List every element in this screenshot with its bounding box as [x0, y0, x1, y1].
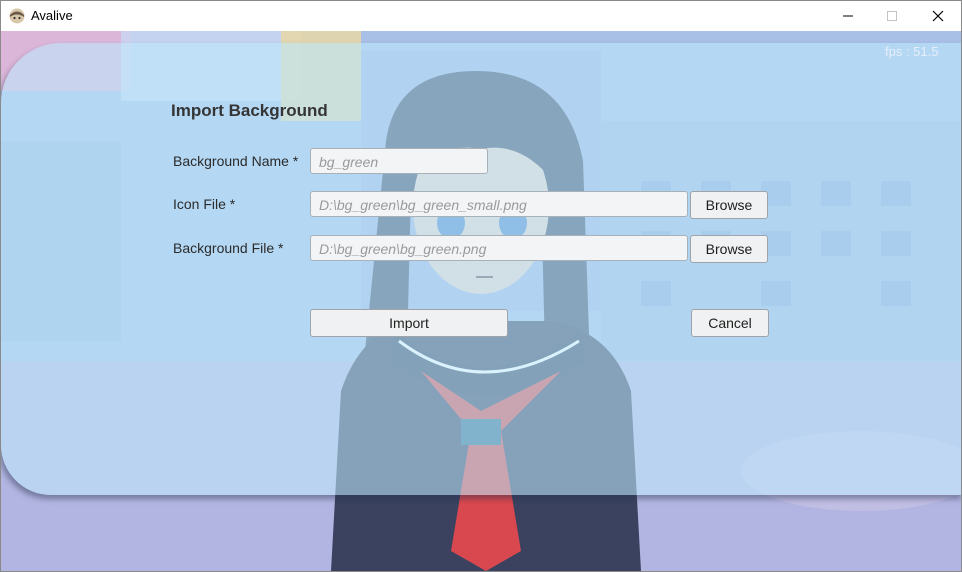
- background-name-label: Background Name *: [173, 153, 299, 169]
- background-file-input[interactable]: D:\bg_green\bg_green.png: [310, 235, 688, 261]
- maximize-button[interactable]: [869, 1, 915, 31]
- title-bar[interactable]: Avalive: [1, 1, 961, 31]
- dialog-title: Import Background: [171, 101, 328, 120]
- icon-file-browse-button[interactable]: Browse: [690, 191, 768, 219]
- cancel-button[interactable]: Cancel: [691, 309, 769, 337]
- import-button[interactable]: Import: [310, 309, 508, 337]
- close-button[interactable]: [915, 1, 961, 31]
- icon-file-label: Icon File *: [173, 196, 236, 212]
- window-title: Avalive: [31, 8, 73, 23]
- maximize-icon: [887, 11, 897, 21]
- background-name-input[interactable]: bg_green: [310, 148, 488, 174]
- app-logo-icon: [9, 8, 25, 24]
- background-file-browse-button[interactable]: Browse: [690, 235, 768, 263]
- close-icon: [932, 10, 944, 22]
- import-dialog-panel: [1, 43, 961, 495]
- minimize-button[interactable]: [825, 1, 871, 31]
- background-file-label: Background File *: [173, 240, 284, 256]
- fps-counter: fps : 51.5: [885, 44, 939, 59]
- app-window: Avalive fps: 51.5 Import Background Bac…: [0, 0, 962, 572]
- minimize-icon: [843, 15, 853, 17]
- icon-file-input[interactable]: D:\bg_green\bg_green_small.png: [310, 191, 688, 217]
